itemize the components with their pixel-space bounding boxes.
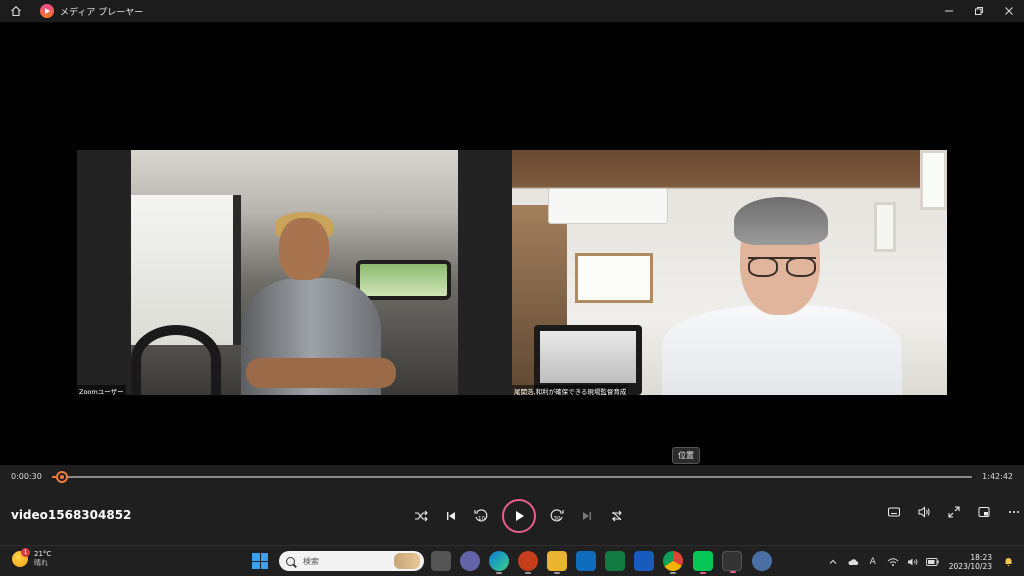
participant-name-left: Zoomユーザー <box>77 385 126 397</box>
more-icon <box>1009 511 1019 513</box>
title-bar: メディア プレーヤー <box>0 0 1024 22</box>
volume-icon <box>918 506 930 518</box>
svg-text:10: 10 <box>478 516 485 522</box>
weather-temperature: 21°C <box>34 550 52 558</box>
windows-taskbar: 1 21°C 晴れ 検索 A 18:23 2023/10/23 <box>0 545 1024 576</box>
seek-thumb[interactable] <box>56 471 68 483</box>
video-canvas[interactable]: Zoomユーザー 尾関浩,和利が確保できる現場監督育成 <box>0 22 1024 465</box>
weather-badge: 1 <box>21 548 30 557</box>
zoom-recording-frame: Zoomユーザー 尾関浩,和利が確保できる現場監督育成 <box>77 150 947 397</box>
svg-text:30: 30 <box>554 516 561 522</box>
rewind-10-icon: 10 <box>474 509 488 522</box>
shuffle-icon <box>415 510 428 522</box>
rewind-10-button[interactable]: 10 <box>468 503 494 529</box>
weather-condition: 晴れ <box>34 559 48 567</box>
chrome-icon[interactable] <box>663 551 683 574</box>
show-hidden-icons-chevron-icon[interactable] <box>825 554 841 570</box>
fullscreen-button[interactable] <box>941 499 967 525</box>
forward-30-button[interactable]: 30 <box>544 503 570 529</box>
next-icon <box>583 512 591 520</box>
participant-name-right: 尾関浩,和利が確保できる現場監督育成 <box>512 385 629 397</box>
powerpoint-icon[interactable] <box>518 551 538 574</box>
wifi-icon[interactable] <box>885 554 901 570</box>
player-controls: 0:00:30 1:42:42 video1568304852 10 30 <box>0 465 1024 545</box>
battery-icon[interactable] <box>925 554 941 570</box>
teams-chat-icon[interactable] <box>460 551 480 571</box>
window-title: メディア プレーヤー <box>60 7 144 18</box>
play-icon <box>516 511 524 521</box>
file-explorer-icon[interactable] <box>547 551 567 574</box>
notification-bell-icon[interactable] <box>1000 554 1016 570</box>
clock-date: 2023/10/23 <box>948 561 992 571</box>
word-icon[interactable] <box>634 551 654 571</box>
weather-icon: 1 <box>12 548 30 567</box>
outlook-icon[interactable] <box>576 551 596 571</box>
minimize-button[interactable] <box>934 0 964 22</box>
file-name: video1568304852 <box>11 508 132 522</box>
next-button[interactable] <box>574 503 600 529</box>
clock-time: 18:23 <box>970 552 992 562</box>
media-player-taskbar-icon[interactable] <box>722 551 742 573</box>
weather-widget[interactable]: 1 21°C 晴れ <box>12 548 52 568</box>
forward-30-icon: 30 <box>550 509 564 522</box>
volume-button[interactable] <box>911 499 937 525</box>
system-tray: A 18:23 2023/10/23 <box>823 546 1024 576</box>
secondary-controls <box>879 499 1024 525</box>
shuffle-button[interactable] <box>408 503 434 529</box>
excel-icon[interactable] <box>605 551 625 571</box>
subtitles-icon <box>888 507 900 517</box>
fullscreen-icon <box>948 506 960 518</box>
ime-indicator[interactable]: A <box>865 554 881 570</box>
line-icon[interactable] <box>693 551 713 574</box>
seek-bar[interactable] <box>52 471 972 483</box>
search-highlight-art <box>394 553 420 569</box>
participant-video-left <box>131 150 458 395</box>
previous-button[interactable] <box>438 503 464 529</box>
mini-player-icon <box>978 507 990 517</box>
task-view-icon[interactable] <box>431 551 451 571</box>
search-placeholder: 検索 <box>303 556 319 566</box>
start-button[interactable] <box>252 553 268 569</box>
edge-icon[interactable] <box>489 551 509 574</box>
play-button[interactable] <box>502 499 536 533</box>
seek-tooltip: 位置 <box>672 447 700 464</box>
mini-player-button[interactable] <box>971 499 997 525</box>
previous-icon <box>447 512 455 520</box>
more-options-button[interactable] <box>1001 499 1024 525</box>
restore-button[interactable] <box>964 0 994 22</box>
speaker-icon[interactable] <box>905 554 921 570</box>
repeat-icon <box>612 510 622 522</box>
media-player-app-icon <box>40 4 54 18</box>
settings-icon[interactable] <box>752 551 772 571</box>
participant-video-right <box>512 150 947 395</box>
current-time: 0:00:30 <box>11 472 42 481</box>
taskbar-search[interactable]: 検索 <box>279 551 424 571</box>
taskbar-clock[interactable]: 18:23 2023/10/23 <box>949 553 992 571</box>
onedrive-icon[interactable] <box>845 554 861 570</box>
home-icon[interactable] <box>8 3 24 19</box>
repeat-button[interactable] <box>604 503 630 529</box>
transport-controls: 10 30 <box>406 499 632 533</box>
close-button[interactable] <box>994 0 1024 22</box>
subtitles-button[interactable] <box>881 499 907 525</box>
search-icon <box>286 556 295 566</box>
total-time: 1:42:42 <box>982 472 1013 481</box>
